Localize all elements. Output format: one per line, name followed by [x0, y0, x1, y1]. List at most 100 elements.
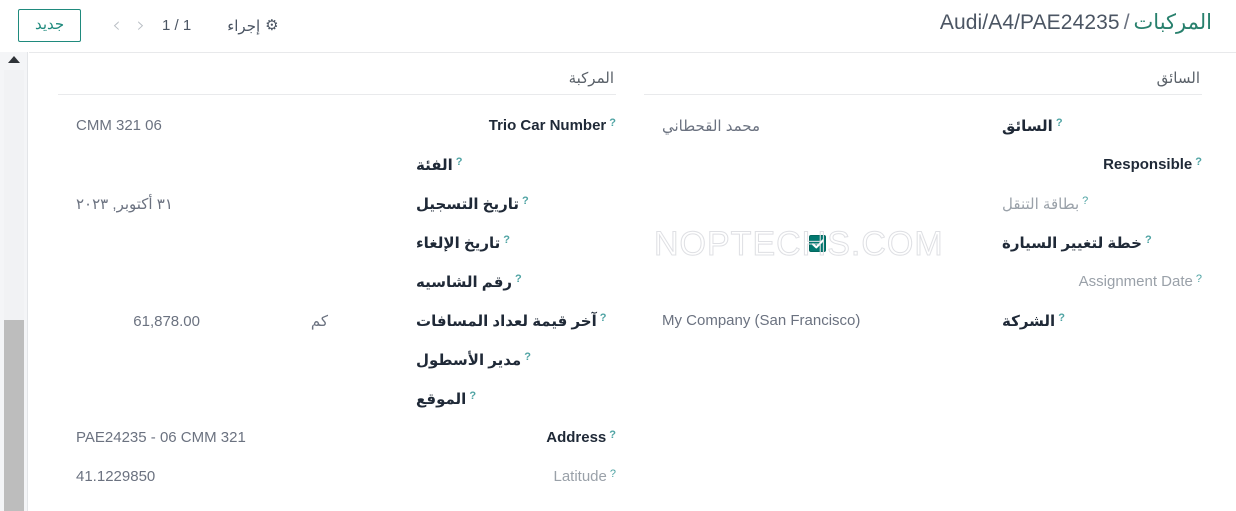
driver-field-list: السائق? محمد القحطاني Responsible? بطاقة ال… [644, 107, 1202, 341]
help-tooltip-icon[interactable]: ? [1196, 274, 1202, 285]
checkbox-خطة-لتغيير-السيارة[interactable] [809, 235, 826, 252]
field-row-الموقع: الموقع? [58, 380, 616, 419]
pager-next-icon[interactable]: › [130, 13, 152, 38]
action-menu-label: إجراء [227, 17, 261, 35]
field-label-text: السائق [1002, 118, 1053, 135]
help-tooltip-icon[interactable]: ? [515, 274, 522, 285]
field-label-الفئة: الفئة? [416, 148, 616, 175]
help-tooltip-icon[interactable]: ? [524, 352, 531, 363]
field-label-تاريخ-الإلغاء: تاريخ الإلغاء? [416, 226, 616, 253]
field-row-assignment-date: Assignment Date? [644, 263, 1202, 302]
field-value-مدير-الأسطول[interactable] [58, 343, 416, 373]
field-row-السائق: السائق? محمد القحطاني [644, 107, 1202, 146]
field-label-latitude: Latitude? [416, 460, 616, 485]
field-value-number: 61,878.00 [133, 313, 200, 330]
field-value-الشركة[interactable]: My Company (San Francisco) [644, 304, 1002, 334]
help-tooltip-icon[interactable]: ? [1082, 196, 1088, 207]
help-tooltip-icon[interactable]: ? [456, 157, 463, 168]
breadcrumb-root-link[interactable]: المركبات [1134, 11, 1212, 34]
breadcrumb-separator: / [1123, 11, 1130, 34]
field-value-address[interactable]: PAE24235 - 06 CMM 321 [58, 421, 416, 451]
field-label-text: خطة لتغيير السيارة [1002, 235, 1142, 252]
group-title-driver: السائق [644, 63, 1202, 95]
field-label-text: Trio Car Number [488, 117, 607, 134]
field-value-assignment-date[interactable] [644, 265, 1002, 295]
field-row-responsible: Responsible? [644, 146, 1202, 185]
field-value-رقم-الشاسيه[interactable] [58, 265, 416, 295]
field-row-تاريخ-التسجيل: تاريخ التسجيل? ٣١ أكتوبر, ٢٠٢٣ [58, 185, 616, 224]
field-row-الفئة: الفئة? [58, 146, 616, 185]
field-value-latitude[interactable]: 41.1229850 [58, 460, 416, 490]
field-label-بطاقة-التنقل: بطاقة التنقل? [1002, 187, 1202, 214]
field-label-responsible: Responsible? [1002, 148, 1202, 173]
field-label-text: تاريخ التسجيل [416, 196, 519, 213]
field-row-مدير-الأسطول: مدير الأسطول? [58, 341, 616, 380]
field-label-text: الشركة [1002, 313, 1056, 330]
field-label-text: رقم الشاسيه [416, 274, 513, 291]
field-label-text: مدير الأسطول [416, 352, 522, 369]
field-label-assignment-date: Assignment Date? [1002, 265, 1202, 290]
field-label-text: Address [546, 429, 607, 446]
field-value-تاريخ-التسجيل[interactable]: ٣١ أكتوبر, ٢٠٢٣ [58, 187, 416, 217]
field-value-الموقع[interactable] [58, 382, 416, 412]
breadcrumb-current: Audi/A4/PAE24235 [939, 11, 1120, 34]
field-label-الموقع: الموقع? [416, 382, 616, 409]
field-label-trio-car-number: Trio Car Number? [416, 109, 616, 134]
field-label-text: Latitude [553, 468, 607, 485]
field-label-السائق: السائق? [1002, 109, 1202, 136]
help-tooltip-icon[interactable]: ? [1056, 118, 1063, 129]
field-row-latitude: Latitude? 41.1229850 [58, 458, 616, 497]
field-label-الشركة: الشركة? [1002, 304, 1202, 331]
field-label-text: Responsible [1103, 156, 1193, 173]
help-tooltip-icon[interactable]: ? [600, 313, 607, 324]
pager: ‹ › 1 / 1 [105, 13, 199, 38]
form-group-driver: السائق السائق? محمد القحطاني Responsible? ب… [644, 63, 1202, 497]
gear-icon: ⚙ [265, 17, 279, 34]
new-button[interactable]: جديد [18, 9, 82, 42]
help-tooltip-icon[interactable]: ? [503, 235, 510, 246]
field-value-بطاقة-التنقل[interactable] [644, 187, 1002, 217]
field-row-خطة-لتغيير-السيارة: خطة لتغيير السيارة? [644, 224, 1202, 263]
field-label-text: الفئة [416, 157, 453, 174]
vehicle-field-list: Trio Car Number? CMM 321 06 الفئة? تاريخ ال… [58, 107, 616, 497]
help-tooltip-icon[interactable]: ? [1145, 235, 1152, 246]
scroll-up-arrow-icon[interactable] [7, 56, 20, 63]
field-row-الشركة: الشركة? My Company (San Francisco) [644, 302, 1202, 341]
field-value-trio-car-number[interactable]: CMM 321 06 [58, 109, 416, 139]
field-row-address: Address? PAE24235 - 06 CMM 321 [58, 419, 616, 458]
help-tooltip-icon[interactable]: ? [1058, 313, 1065, 324]
control-bar: جديد ‹ › 1 / 1 ⚙ إجراء المركبات/Audi/A4/… [0, 0, 1236, 51]
field-value-السائق[interactable]: محمد القحطاني [644, 109, 1002, 139]
record-controls: جديد ‹ › 1 / 1 ⚙ إجراء [0, 0, 279, 51]
help-tooltip-icon[interactable]: ? [522, 196, 529, 207]
field-value-الفئة[interactable] [58, 148, 416, 178]
form-columns: السائق السائق? محمد القحطاني Responsible? ب… [29, 53, 1236, 497]
field-label-text: آخر قيمة لعداد المسافات [416, 313, 597, 330]
field-label-text: بطاقة التنقل [1002, 196, 1080, 213]
field-row-تاريخ-الإلغاء: تاريخ الإلغاء? [58, 224, 616, 263]
field-value-تاريخ-الإلغاء[interactable] [58, 226, 416, 256]
app-window: جديد ‹ › 1 / 1 ⚙ إجراء المركبات/Audi/A4/… [0, 0, 1236, 511]
field-label-آخر-قيمة-لعداد-المسافات: آخر قيمة لعداد المسافات? [416, 304, 616, 331]
scrollbar-thumb[interactable] [4, 320, 24, 511]
help-tooltip-icon[interactable]: ? [469, 391, 476, 402]
action-menu-button[interactable]: ⚙ إجراء [227, 17, 278, 35]
field-row-آخر-قيمة-لعداد-المسافات: آخر قيمة لعداد المسافات? 61,878.00 كم [58, 302, 616, 341]
help-tooltip-icon[interactable]: ? [610, 469, 616, 480]
field-value-آخر-قيمة-لعداد-المسافات[interactable]: 61,878.00 كم [58, 304, 416, 334]
help-tooltip-icon[interactable]: ? [1195, 157, 1202, 168]
field-label-رقم-الشاسيه: رقم الشاسيه? [416, 265, 616, 292]
form-sheet: السائق السائق? محمد القحطاني Responsible? ب… [29, 52, 1236, 511]
field-value-unit: كم [310, 313, 328, 330]
vertical-scrollbar[interactable] [0, 52, 28, 511]
field-label-مدير-الأسطول: مدير الأسطول? [416, 343, 616, 370]
field-row-trio-car-number: Trio Car Number? CMM 321 06 [58, 107, 616, 146]
group-title-vehicle: المركبة [58, 63, 616, 95]
pager-previous-icon[interactable]: ‹ [105, 13, 127, 38]
field-row-بطاقة-التنقل: بطاقة التنقل? [644, 185, 1202, 224]
pager-count: 1 / 1 [162, 17, 192, 34]
help-tooltip-icon[interactable]: ? [609, 430, 616, 441]
field-label-خطة-لتغيير-السيارة: خطة لتغيير السيارة? [1002, 226, 1202, 253]
help-tooltip-icon[interactable]: ? [609, 118, 616, 129]
field-value-responsible[interactable] [644, 148, 1002, 178]
